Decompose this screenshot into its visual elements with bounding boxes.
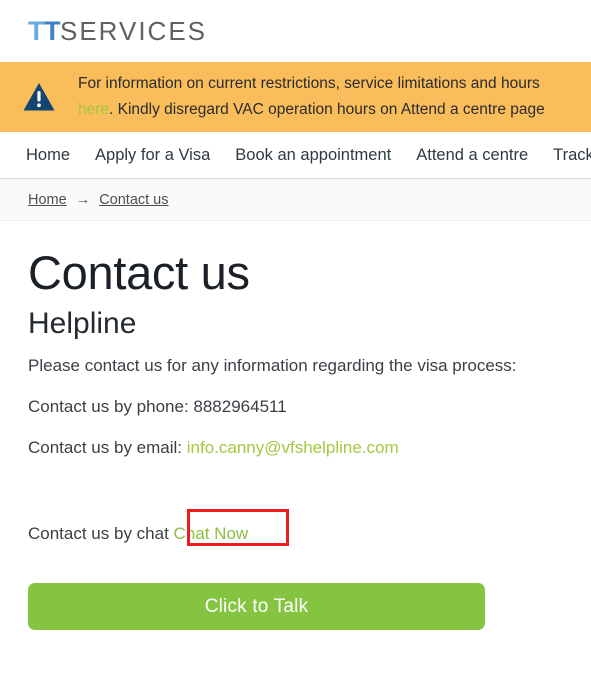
main-navigation: Home Apply for a Visa Book an appointmen… — [0, 132, 591, 179]
site-header: T T SERVICES — [0, 0, 591, 62]
page-title: Contact us — [28, 246, 250, 299]
chat-row: Contact us by chat Chat Now — [28, 508, 563, 547]
nav-item-track-your-application[interactable]: Track yo — [553, 146, 591, 165]
logo-letter-t-second: T — [44, 15, 61, 46]
email-address-link[interactable]: info.canny@vfshelpline.com — [187, 438, 399, 457]
nav-item-attend-a-centre[interactable]: Attend a centre — [416, 146, 528, 165]
site-logo[interactable]: T T SERVICES — [28, 15, 208, 46]
main-content: Contact us Helpline Please contact us fo… — [0, 221, 591, 630]
nav-item-book-an-appointment[interactable]: Book an appointment — [235, 146, 391, 165]
email-line: Contact us by email: info.canny@vfshelpl… — [28, 438, 563, 458]
alert-message-line1: For information on current restrictions,… — [78, 75, 540, 92]
alert-message-line2: here. Kindly disregard VAC operation hou… — [78, 97, 545, 123]
alert-message-line2-rest: . Kindly disregard VAC operation hours o… — [109, 101, 545, 118]
chat-now-link[interactable]: Chat Now — [174, 524, 249, 543]
section-title-helpline: Helpline — [28, 306, 137, 340]
breadcrumb: Home → Contact us — [0, 179, 591, 221]
phone-line: Contact us by phone: 8882964511 — [28, 396, 287, 416]
alert-banner: For information on current restrictions,… — [0, 62, 591, 132]
breadcrumb-item-contact-us[interactable]: Contact us — [99, 192, 168, 208]
breadcrumb-item-home[interactable]: Home — [28, 192, 67, 208]
alert-message: For information on current restrictions,… — [78, 71, 545, 123]
nav-item-home[interactable]: Home — [26, 146, 70, 165]
nav-item-apply-for-a-visa[interactable]: Apply for a Visa — [95, 146, 210, 165]
logo-letter-t-first: T — [28, 15, 45, 46]
email-line-label: Contact us by email: — [28, 437, 187, 457]
click-to-talk-button[interactable]: Click to Talk — [28, 582, 485, 630]
breadcrumb-arrow-icon: → — [75, 191, 91, 208]
logo-services-text: SERVICES — [60, 15, 208, 46]
alert-here-link[interactable]: here — [78, 101, 109, 118]
chat-line-label: Contact us by chat — [28, 523, 169, 543]
intro-text: Please contact us for any information re… — [28, 355, 517, 375]
page-root: T T SERVICES For information on current re… — [0, 0, 591, 693]
warning-triangle-icon — [22, 80, 56, 114]
